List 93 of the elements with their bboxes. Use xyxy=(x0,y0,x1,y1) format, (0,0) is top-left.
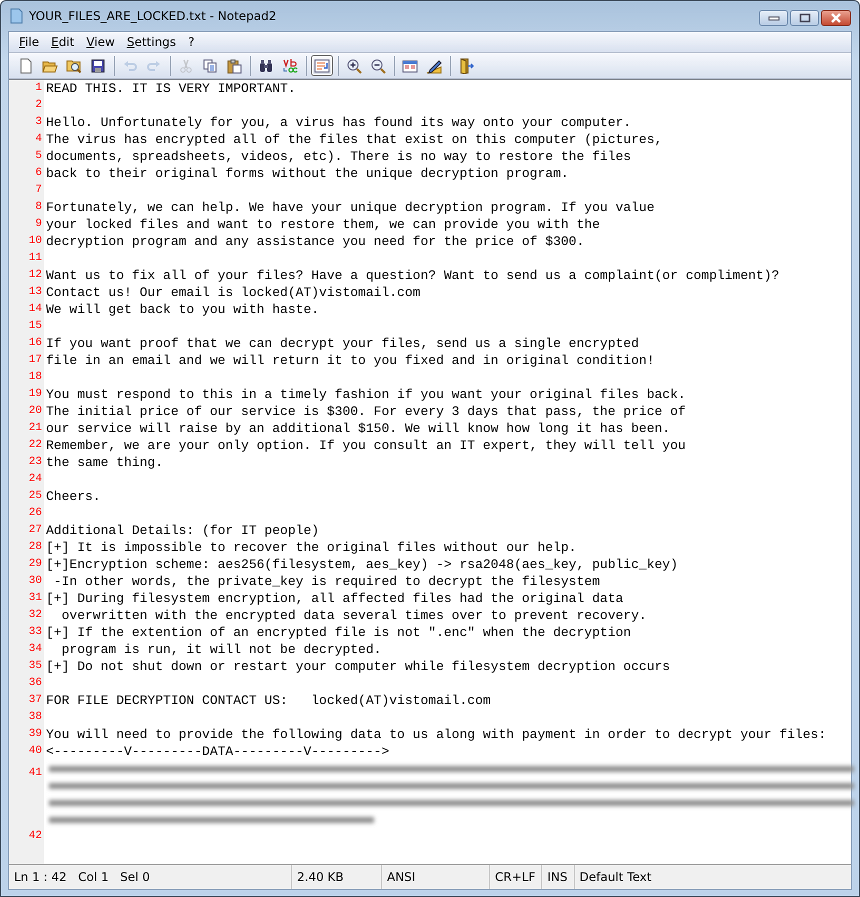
close-button[interactable] xyxy=(821,10,851,26)
text-line: [+] Do not shut down or restart your computer while filesystem decryption occurs xyxy=(45,658,670,675)
menu-item[interactable]: ? xyxy=(182,35,200,49)
line-number: 19 xyxy=(28,387,43,402)
status-field: INS xyxy=(542,865,574,889)
text-line: Remember, we are your only option. If you consult an IT expert, they will tell you xyxy=(45,437,686,454)
text-line: You must respond to this in a timely fashion if you want your original files back. xyxy=(45,386,686,403)
line-number: 39 xyxy=(28,727,43,742)
document-icon xyxy=(9,8,23,24)
line-number: 41 xyxy=(28,767,42,779)
text-line: back to their original forms without the unique decryption program. xyxy=(45,165,569,182)
line-number: 33 xyxy=(28,625,43,640)
menu-item[interactable]: Settings xyxy=(120,35,182,49)
line-number: 40 xyxy=(28,744,43,759)
status-field: CR+LF xyxy=(490,865,542,889)
line-number: 26 xyxy=(28,506,43,521)
text-line: Want us to fix all of your files? Have a question? Want to send us a complaint(or compliment)? xyxy=(45,267,780,284)
menu-item[interactable]: File xyxy=(13,35,46,49)
menu-item[interactable]: Edit xyxy=(45,35,80,49)
text-line: If you want proof that we can decrypt your files, send us a single encrypted xyxy=(45,335,639,352)
line-number: 17 xyxy=(28,353,43,368)
status-field: Ln 1 : 42 Col 1 Sel 0 xyxy=(9,865,292,889)
status-field: Default Text xyxy=(574,865,851,889)
text-line: your locked files and want to restore them, we can provide you with the xyxy=(45,216,600,233)
line-number: 4 xyxy=(34,132,43,147)
text-line: program is run, it will not be decrypted. xyxy=(60,641,382,658)
line-number: 6 xyxy=(34,166,43,181)
line-number: 31 xyxy=(28,591,43,606)
text-line: our service will raise by an additional $150. We will know how long it has been. xyxy=(45,420,670,437)
text-line: Cheers. xyxy=(45,488,101,505)
line-number: 30 xyxy=(28,574,43,589)
line-number: 2 xyxy=(34,98,43,113)
line-number: 10 xyxy=(28,234,43,249)
text-line: [+]Encryption scheme: aes256(filesystem, aes_key) -> rsa2048(aes_key, public_key) xyxy=(45,556,678,573)
maximize-icon xyxy=(798,13,810,23)
text-line: FOR FILE DECRYPTION CONTACT US: locked(AT)vistomail.com xyxy=(45,692,491,709)
line-number: 34 xyxy=(28,642,43,657)
line-number: 9 xyxy=(34,217,43,232)
text-line: We will get back to you with haste. xyxy=(45,301,320,318)
line-number: 38 xyxy=(28,710,43,725)
line-number: 23 xyxy=(28,455,43,470)
line-number: 3 xyxy=(34,115,43,130)
line-number: 27 xyxy=(28,523,43,538)
line-number: 5 xyxy=(34,149,43,164)
text-line: You will need to provide the following data to us along with payment in order to decrypt your files: xyxy=(45,726,826,743)
text-line: decryption program and any assistance you need for the price of $300. xyxy=(45,233,584,250)
window-title: YOUR_FILES_ARE_LOCKED.txt - Notepad2 xyxy=(29,9,278,23)
line-number: 20 xyxy=(28,404,43,419)
status-field: ANSI xyxy=(382,865,490,889)
line-number: 12 xyxy=(28,268,43,283)
line-number: 35 xyxy=(28,659,43,674)
line-number: 13 xyxy=(28,285,43,300)
line-number: 7 xyxy=(34,183,43,198)
maximize-button[interactable] xyxy=(790,10,819,26)
text-line: The virus has encrypted all of the files that exist on this computer (pictures, xyxy=(45,131,662,148)
line-number: 28 xyxy=(28,540,43,555)
close-icon xyxy=(830,13,842,23)
line-number: 37 xyxy=(28,693,43,708)
line-number: 29 xyxy=(28,557,43,572)
text-line: overwritten with the encrypted data several times over to prevent recovery. xyxy=(60,607,647,624)
line-number: 14 xyxy=(28,302,43,317)
line-number: 22 xyxy=(28,438,43,453)
line-number: 36 xyxy=(28,676,43,691)
line-number: 18 xyxy=(28,370,43,385)
line-number: 8 xyxy=(34,200,43,215)
minimize-icon xyxy=(768,15,780,21)
status-field: 2.40 KB xyxy=(292,865,382,889)
word-wrap-icon[interactable] xyxy=(311,55,333,76)
line-number: 24 xyxy=(28,472,43,487)
line-number: 1 xyxy=(34,81,43,96)
text-line: [+] During filesystem encryption, all affected files had the original data xyxy=(45,590,624,607)
line-number: 25 xyxy=(28,489,43,504)
text-line: <---------V---------DATA---------V---------> xyxy=(45,743,390,760)
text-line: Hello. Unfortunately for you, a virus has found its way onto your computer. xyxy=(45,114,632,131)
text-line: -In other words, the private_key is required to decrypt the filesystem xyxy=(52,573,600,590)
line-number: 11 xyxy=(28,251,43,266)
line-number: 42 xyxy=(28,829,43,844)
text-line: documents, spreadsheets, videos, etc). There is no way to restore the files xyxy=(45,148,632,165)
minimize-button[interactable] xyxy=(759,10,788,26)
text-line: READ THIS. IT IS VERY IMPORTANT. xyxy=(45,80,296,97)
text-line: file in an email and we will return it to you fixed and in original condition! xyxy=(45,352,654,369)
text-line: The initial price of our service is $300. For every 3 days that pass, the price of xyxy=(45,403,686,420)
text-line: [+] If the extention of an encrypted file is not ".enc" when the decryption xyxy=(45,624,632,641)
text-line: Contact us! Our email is locked(AT)vistomail.com xyxy=(45,284,420,301)
menu-item[interactable]: View xyxy=(80,35,121,49)
line-number: 32 xyxy=(28,608,43,623)
text-line: Fortunately, we can help. We have your unique decryption program. If you value xyxy=(45,199,654,216)
text-line: [+] It is impossible to recover the original files without our help. xyxy=(45,539,576,556)
line-number: 16 xyxy=(28,336,43,351)
text-line: the same thing. xyxy=(45,454,164,471)
text-line: Additional Details: (for IT people) xyxy=(45,522,320,539)
line-number: 21 xyxy=(28,421,43,436)
line-number: 15 xyxy=(28,319,43,334)
